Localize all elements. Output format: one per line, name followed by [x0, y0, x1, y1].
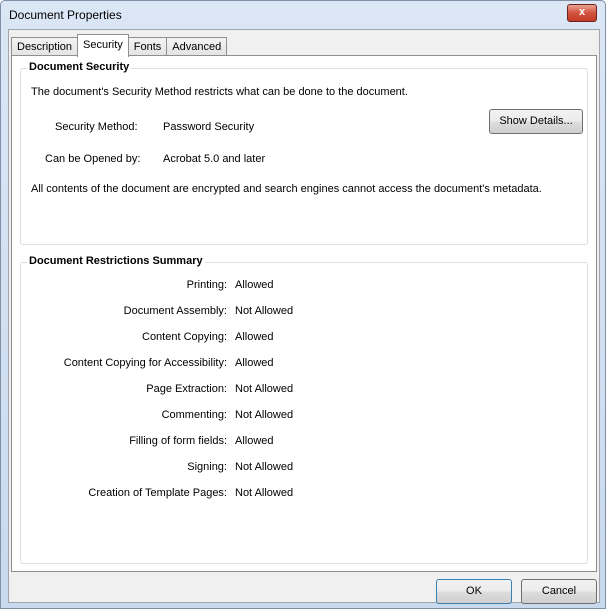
restriction-value: Allowed	[235, 279, 274, 291]
restriction-row-printing: Printing: Allowed	[21, 279, 581, 295]
document-security-group-label: Document Security	[27, 61, 132, 73]
opened-by-value: Acrobat 5.0 and later	[163, 153, 266, 165]
restriction-row-document-assembly: Document Assembly: Not Allowed	[21, 305, 581, 321]
restriction-value: Not Allowed	[235, 487, 294, 499]
restriction-label: Content Copying:	[142, 331, 227, 343]
restriction-row-page-extraction: Page Extraction: Not Allowed	[21, 383, 581, 399]
encryption-note: All contents of the document are encrypt…	[31, 183, 542, 195]
restriction-label: Document Assembly:	[123, 305, 227, 317]
restriction-value: Not Allowed	[235, 383, 294, 395]
close-button[interactable]: x	[567, 4, 597, 22]
security-method-label: Security Method:	[55, 121, 138, 133]
restriction-value: Not Allowed	[235, 305, 294, 317]
security-method-value: Password Security	[163, 121, 255, 133]
restriction-label: Printing:	[186, 279, 227, 291]
restriction-label: Filling of form fields:	[129, 435, 227, 447]
restriction-value: Not Allowed	[235, 461, 294, 473]
restriction-label: Page Extraction:	[146, 383, 227, 395]
restriction-row-filling-form-fields: Filling of form fields: Allowed	[21, 435, 581, 451]
restrictions-group-label: Document Restrictions Summary	[27, 255, 205, 267]
tab-advanced[interactable]: Advanced	[166, 37, 228, 57]
restriction-row-template-pages: Creation of Template Pages: Not Allowed	[21, 487, 581, 503]
restriction-row-commenting: Commenting: Not Allowed	[21, 409, 581, 425]
document-properties-dialog: Document Properties x Description Securi…	[0, 0, 606, 609]
restriction-label: Content Copying for Accessibility:	[63, 357, 227, 369]
restriction-value: Allowed	[235, 331, 274, 343]
tab-security[interactable]: Security	[77, 34, 129, 57]
title-bar[interactable]: Document Properties x	[1, 1, 605, 29]
security-tab-panel: Document Security The document's Securit…	[11, 55, 597, 572]
restriction-row-content-copying: Content Copying: Allowed	[21, 331, 581, 347]
cancel-button[interactable]: Cancel	[521, 579, 597, 604]
restrictions-summary-group: Document Restrictions Summary Printing: …	[20, 255, 588, 564]
opened-by-label: Can be Opened by:	[45, 153, 141, 165]
restriction-value: Not Allowed	[235, 409, 294, 421]
tab-strip: Description Security Fonts Advanced	[11, 34, 228, 57]
tab-fonts[interactable]: Fonts	[127, 37, 168, 57]
restriction-value: Allowed	[235, 435, 274, 447]
restriction-label: Signing:	[187, 461, 227, 473]
restriction-label: Commenting:	[161, 409, 227, 421]
restriction-row-content-copying-accessibility: Content Copying for Accessibility: Allow…	[21, 357, 581, 373]
restriction-label: Creation of Template Pages:	[88, 487, 227, 499]
tab-description[interactable]: Description	[11, 37, 79, 57]
security-description: The document's Security Method restricts…	[31, 86, 408, 98]
dialog-title: Document Properties	[9, 8, 122, 22]
document-security-group: Document Security The document's Securit…	[20, 61, 588, 245]
dialog-body: Description Security Fonts Advanced Docu…	[8, 29, 600, 604]
restriction-value: Allowed	[235, 357, 274, 369]
ok-button[interactable]: OK	[436, 579, 512, 604]
show-details-button[interactable]: Show Details...	[489, 109, 583, 134]
restriction-row-signing: Signing: Not Allowed	[21, 461, 581, 477]
